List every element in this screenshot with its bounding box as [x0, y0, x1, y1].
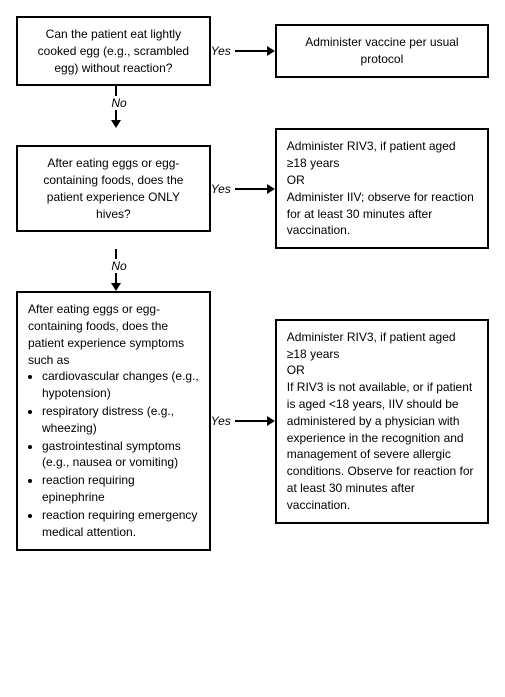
no-arrow-1-row: No [16, 86, 489, 128]
arrow-head-down-2 [111, 283, 121, 291]
bullet-4: reaction requiring epinephrine [42, 472, 199, 506]
spacer-1r [269, 86, 489, 128]
result-2-box: Administer RIV3, if patient aged ≥18 yea… [275, 128, 489, 249]
yes-label-3: Yes [211, 414, 231, 428]
result-1-box: Administer vaccine per usual protocol [275, 24, 489, 78]
arrow-line-h-3 [235, 420, 267, 422]
arrow-yes-3-area: Yes [211, 414, 275, 428]
v-line-2 [115, 249, 117, 259]
bullet-5: reaction requiring emergency medical att… [42, 507, 199, 541]
question-2-box: After eating eggs or egg-containing food… [16, 145, 211, 232]
arrow-yes-2-area: Yes [211, 182, 275, 196]
question-1-text: Can the patient eat lightly cooked egg (… [38, 27, 189, 75]
v-line-2b [115, 273, 117, 283]
arrow-down-2b [111, 273, 121, 291]
question-1-box: Can the patient eat lightly cooked egg (… [16, 16, 211, 86]
arrow-head-2 [267, 184, 275, 194]
result-2-or: OR [287, 173, 305, 187]
no-label-1-row: No [105, 96, 126, 110]
bullet-1: cardiovascular changes (e.g., hypotensio… [42, 368, 199, 402]
yes-arrow-3: Yes [211, 414, 275, 428]
row-2: After eating eggs or egg-containing food… [16, 128, 489, 249]
result-3-line1: Administer RIV3, if patient aged ≥18 yea… [287, 330, 456, 361]
flowchart: Can the patient eat lightly cooked egg (… [16, 16, 489, 551]
no-arrow-2-row: No [16, 249, 489, 291]
result-1-text: Administer vaccine per usual protocol [305, 35, 458, 66]
no-label-2: No [111, 259, 126, 273]
no-arrow-1-col: No [16, 86, 216, 128]
question-2-text: After eating eggs or egg-containing food… [43, 156, 183, 220]
result-2-line2: Administer IIV; observe for reaction for… [287, 190, 474, 238]
arrow-down-1 [115, 86, 117, 96]
v-line-1 [115, 86, 117, 96]
arrow-head-1 [267, 46, 275, 56]
v-line-1b [115, 110, 117, 120]
result-2-line1: Administer RIV3, if patient aged ≥18 yea… [287, 139, 456, 170]
question-3-box: After eating eggs or egg-containing food… [16, 291, 211, 551]
arrow-line-h-1 [235, 50, 267, 52]
arrow-head-3 [267, 416, 275, 426]
arrow-line-h-2 [235, 188, 267, 190]
no-arrow-2-col: No [16, 249, 216, 291]
row-1: Can the patient eat lightly cooked egg (… [16, 16, 489, 86]
question-3-list: cardiovascular changes (e.g., hypotensio… [28, 368, 199, 540]
no-label-2-row: No [105, 259, 126, 273]
spacer-2 [216, 249, 269, 291]
spacer-2r [269, 249, 489, 291]
arrow-down-2 [115, 249, 117, 259]
bullet-2: respiratory distress (e.g., wheezing) [42, 403, 199, 437]
bullet-3: gastrointestinal symptoms (e.g., nausea … [42, 438, 199, 472]
result-3-line2: If RIV3 is not available, or if patient … [287, 380, 474, 512]
no-label-1: No [111, 96, 126, 110]
yes-arrow-1: Yes [211, 44, 275, 58]
yes-label-2: Yes [211, 182, 231, 196]
row-3: After eating eggs or egg-containing food… [16, 291, 489, 551]
result-3-box: Administer RIV3, if patient aged ≥18 yea… [275, 319, 489, 524]
question-3-intro: After eating eggs or egg-containing food… [28, 302, 184, 366]
yes-label-1: Yes [211, 44, 231, 58]
arrow-head-down-1 [111, 120, 121, 128]
arrow-yes-1-area: Yes [211, 44, 275, 58]
result-3-or: OR [287, 363, 305, 377]
yes-arrow-2: Yes [211, 182, 275, 196]
arrow-down-1b [111, 110, 121, 128]
spacer-1 [216, 86, 269, 128]
